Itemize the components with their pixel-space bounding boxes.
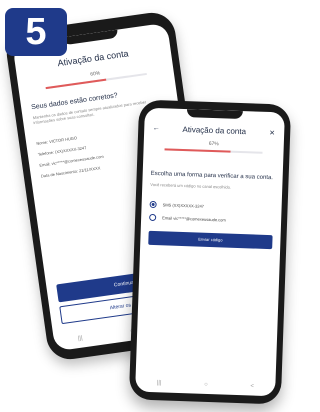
front-phone: ← Ativação da conta ✕ 67% Escolha uma fo… bbox=[128, 99, 292, 405]
option-email[interactable]: Email vic*****@comexeusaude.com bbox=[149, 213, 273, 225]
verify-heading: Escolha uma forma para verificar a sua c… bbox=[150, 170, 274, 182]
verify-subtext: Você receberá um código no canal escolhi… bbox=[150, 181, 232, 190]
top-bar: ← Ativação da conta ✕ bbox=[152, 124, 276, 137]
phone-notch bbox=[61, 29, 119, 46]
page-title: Ativação da conta bbox=[182, 124, 247, 137]
verification-options: SMS (XX)XXXXX-3247 Email vic*****@comexe… bbox=[149, 200, 274, 225]
close-icon[interactable]: ✕ bbox=[268, 128, 276, 136]
front-phone-screen: ← Ativação da conta ✕ 67% Escolha uma fo… bbox=[135, 107, 285, 397]
back-nav-icon[interactable]: < bbox=[250, 383, 254, 389]
send-code-button[interactable]: Enviar código bbox=[148, 230, 273, 250]
home-icon[interactable]: ○ bbox=[204, 382, 208, 388]
phone-notch bbox=[186, 109, 243, 120]
progress-label: 67% bbox=[208, 140, 219, 148]
progress-fill bbox=[164, 148, 231, 153]
progress-indicator: 60% bbox=[44, 64, 148, 92]
recent-apps-icon[interactable]: ||| bbox=[78, 335, 83, 342]
back-arrow-icon[interactable]: ← bbox=[152, 125, 160, 132]
progress-indicator: 67% bbox=[164, 139, 263, 156]
android-nav-bar: ||| ○ < bbox=[135, 373, 276, 396]
radio-unselected-icon[interactable] bbox=[149, 213, 157, 222]
recent-apps-icon[interactable]: ||| bbox=[157, 380, 162, 386]
step-number-badge: 5 bbox=[5, 8, 67, 56]
option-sms[interactable]: SMS (XX)XXXXX-3247 bbox=[149, 200, 274, 212]
option-sms-label: SMS (XX)XXXXX-3247 bbox=[162, 202, 205, 209]
radio-selected-icon[interactable] bbox=[149, 200, 157, 209]
option-email-label: Email vic*****@comexeusaude.com bbox=[162, 215, 226, 223]
